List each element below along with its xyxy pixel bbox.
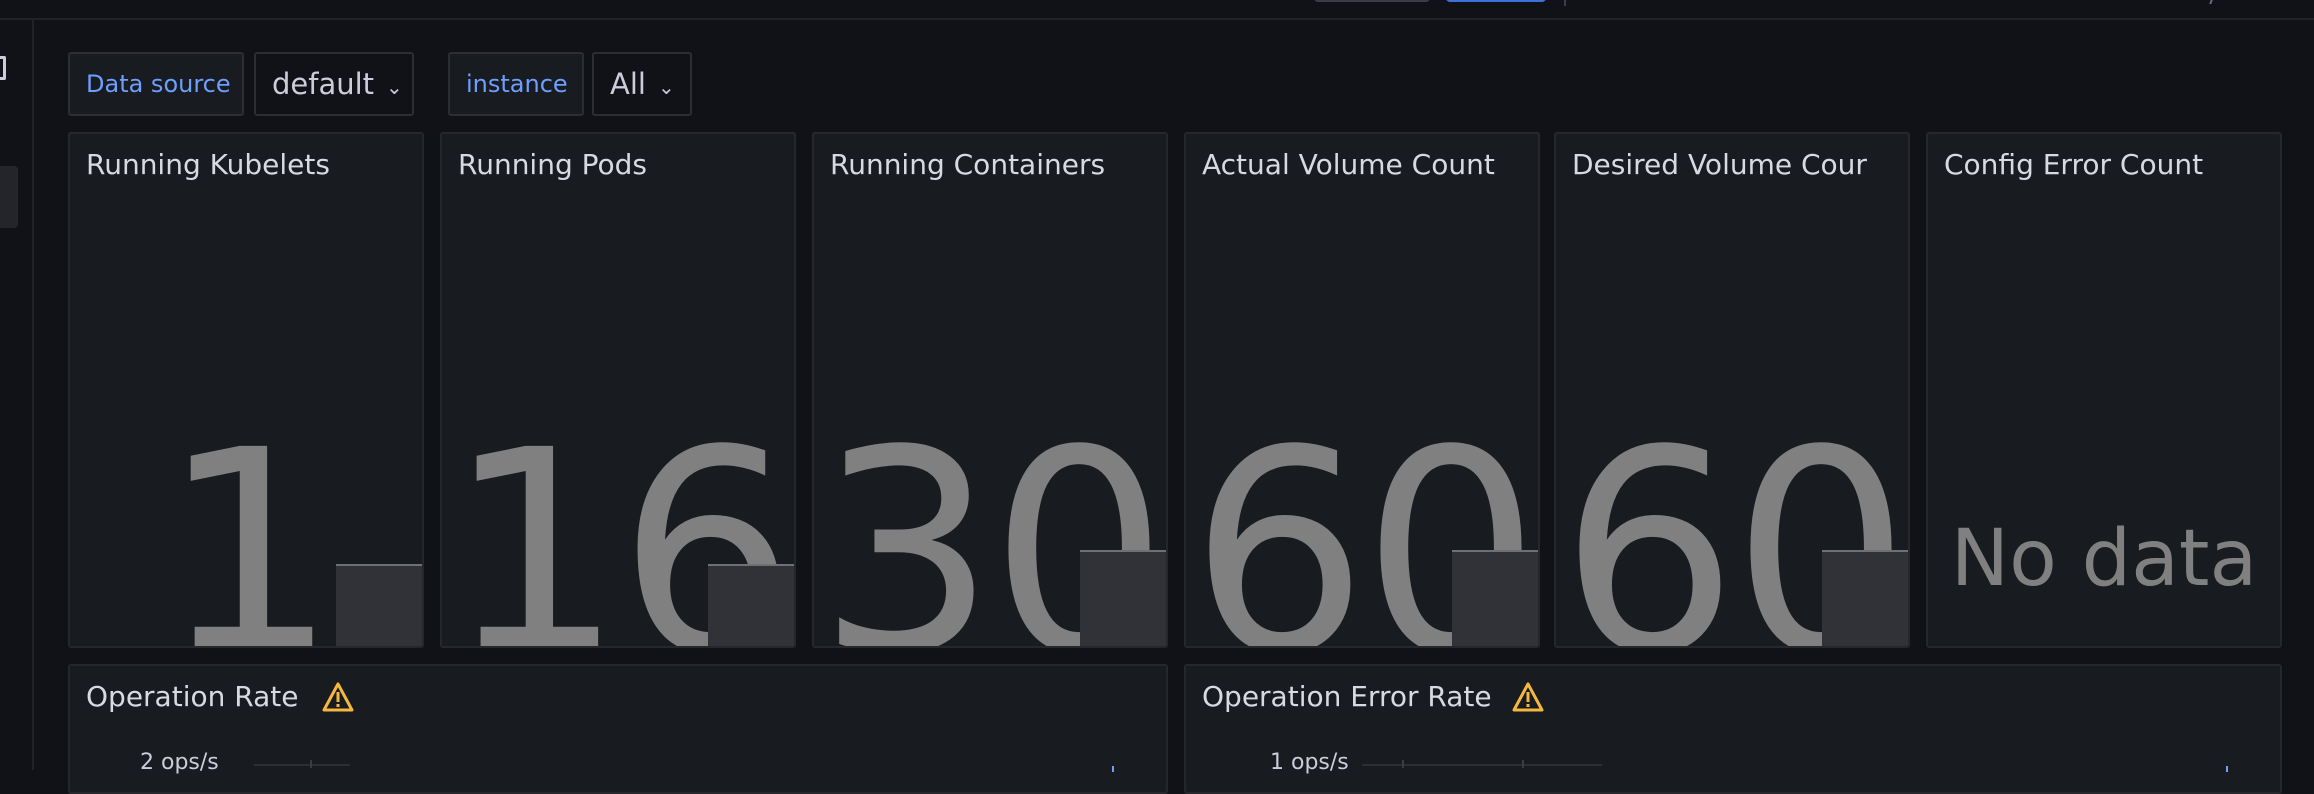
data-source-select[interactable]: default ⌄ [254,52,414,116]
sidebar-active-item[interactable] [0,166,18,228]
sparkline [336,564,422,646]
sidebar [0,20,34,770]
sparkline [1822,550,1908,646]
graph-panel-operation-error-rate[interactable]: Operation Error Rate 1 ops/s [1184,664,2282,794]
panel-title: Running Kubelets [86,148,330,181]
chevron-down-icon: ⌄ [657,75,675,99]
warning-icon[interactable] [1512,682,1544,712]
graph-panel-operation-rate[interactable]: Operation Rate 2 ops/s [68,664,1168,794]
data-source-value: default [272,67,375,101]
sparkline [708,564,794,646]
grid-line [254,764,350,766]
y-axis-tick-label: 1 ops/s [1270,750,1349,775]
stat-panel-running-kubelets[interactable]: Running Kubelets 1 [68,132,424,648]
panel-title: Operation Rate [86,680,299,713]
panel-title: Desired Volume Cour [1572,148,1867,181]
panel-title: Running Containers [830,148,1106,181]
stat-panel-running-pods[interactable]: Running Pods 16 [440,132,796,648]
sparkline [1080,550,1166,646]
instance-label: instance [448,52,584,116]
dock-menu-icon[interactable] [0,56,6,80]
sparkline [1452,550,1538,646]
grid-line [1362,764,1602,766]
y-axis-tick-label: 2 ops/s [140,750,219,775]
stat-panel-desired-volume-count[interactable]: Desired Volume Cour 60 [1554,132,1910,648]
grid-tick [310,760,312,768]
instance-value: All [610,67,646,101]
toolbar-outline-button[interactable] [1314,0,1430,2]
panel-title: Operation Error Rate [1202,680,1492,713]
stat-panel-actual-volume-count[interactable]: Actual Volume Count 60 [1184,132,1540,648]
series-point [2226,766,2228,772]
no-data-message: No data [1950,514,2258,604]
panel-title: Running Pods [458,148,648,181]
series-point [1112,766,1114,772]
toolbar-divider [1564,0,1566,6]
chevron-down-icon: ⌄ [386,75,403,99]
panel-title: Actual Volume Count [1202,148,1495,181]
top-nav-bar [0,0,2314,20]
toolbar-primary-button[interactable] [1446,0,1546,2]
stat-panel-config-error-count[interactable]: Config Error Count No data [1926,132,2282,648]
warning-icon[interactable] [322,682,354,712]
panel-title: Config Error Count [1944,148,2204,181]
instance-select[interactable]: All ⌄ [592,52,692,116]
stat-panel-running-containers[interactable]: Running Containers 30 [812,132,1168,648]
data-source-label: Data source [68,52,244,116]
grid-tick [1402,760,1404,768]
toolbar-edge-icon [2209,0,2213,4]
grid-tick [1522,760,1524,768]
